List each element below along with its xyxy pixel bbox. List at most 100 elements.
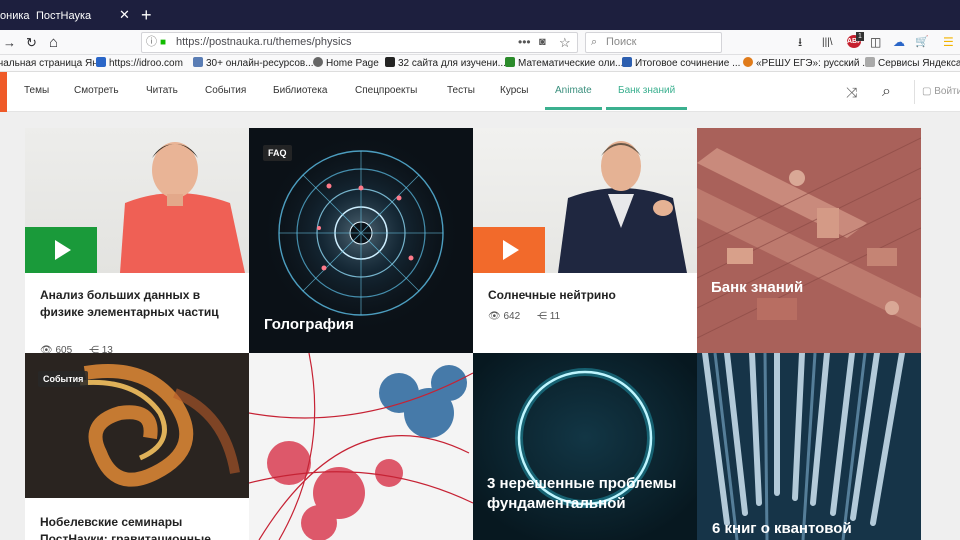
bookmark-favicon-icon [622, 57, 632, 67]
home-icon[interactable]: ⌂ [49, 30, 58, 55]
bookmark-item[interactable]: https://idroo.com [96, 55, 183, 71]
nav-item-watch[interactable]: Смотреть [74, 72, 119, 110]
share-count: 11 [549, 311, 561, 322]
card-nobel-seminars[interactable]: События Нобелевские семинары ПостНауки: … [25, 353, 249, 540]
url-bar[interactable]: ⓘ ■ https://postnauka.ru/themes/physics … [141, 32, 578, 53]
menu-icon[interactable]: ☰ [943, 30, 954, 55]
card-tag[interactable]: События [38, 371, 89, 387]
nav-item-themes[interactable]: Темы [24, 72, 49, 110]
header-divider [914, 80, 915, 104]
bookmark-item[interactable]: Home Page [313, 55, 379, 71]
bookmark-item[interactable]: «РЕШУ ЕГЭ»: русский ... [743, 55, 871, 71]
nav-item-library[interactable]: Библиотека [273, 72, 327, 110]
card-title[interactable]: 3 нерешенные проблемы фундаментальной [487, 474, 687, 514]
nav-item-events[interactable]: События [205, 72, 246, 110]
browser-tab-bar: оника ПостНаука ✕ + [0, 0, 960, 30]
bookmark-label: чальная страница Ян... [0, 58, 107, 69]
library-icon[interactable]: |||\ [822, 30, 833, 55]
card-title[interactable]: Голография [264, 315, 464, 335]
close-tab-icon[interactable]: ✕ [119, 0, 131, 30]
card-title[interactable]: Солнечные нейтрино [488, 287, 683, 304]
bookmark-favicon-icon [313, 57, 323, 67]
search-field[interactable]: ⌕ Поиск [585, 32, 722, 53]
search-icon: ⌕ [591, 36, 598, 48]
nav-item-knowledge-bank[interactable]: Банк знаний [606, 72, 688, 110]
bookmark-favicon-icon [385, 57, 395, 67]
card-particle-tracks[interactable] [249, 353, 473, 540]
card-stats: 👁 605 ⋲ 13 [40, 345, 113, 353]
card-title[interactable]: 6 книг о квантовой [712, 519, 917, 539]
bookmark-item[interactable]: Математические оли... [505, 55, 624, 71]
particle-tracks-image [249, 353, 473, 540]
share-icon: ⋲ [536, 311, 550, 322]
card-big-data[interactable]: Анализ больших данных в физике элементар… [25, 128, 249, 353]
card-title[interactable]: Анализ больших данных в физике элементар… [40, 287, 225, 321]
card-knowledge-bank[interactable]: Банк знаний [697, 128, 921, 353]
sync-icon[interactable]: ☁ [893, 30, 905, 55]
bookmark-label: 32 сайта для изучени... [398, 58, 506, 69]
bookmark-favicon-icon [193, 57, 203, 67]
views-icon: 👁 [40, 345, 56, 353]
play-button[interactable] [25, 227, 97, 273]
browser-toolbar: → ↻ ⌂ ⓘ ■ https://postnauka.ru/themes/ph… [0, 30, 960, 55]
card-unsolved-problems[interactable]: 3 нерешенные проблемы фундаментальной [473, 353, 697, 540]
notification-count: 1 [856, 32, 864, 41]
pocket-icon[interactable]: ◙ [539, 33, 546, 52]
bookmark-star-icon[interactable]: ☆ [559, 33, 571, 52]
bookmark-item[interactable]: 30+ онлайн-ресурсов... [193, 55, 314, 71]
bookmark-favicon-icon [505, 57, 515, 67]
lock-icon[interactable]: ■ [160, 33, 166, 52]
card-stats: 👁 642 ⋲ 11 [488, 311, 560, 322]
bookmark-item[interactable]: чальная страница Ян... [0, 55, 107, 71]
logo-strip[interactable] [0, 72, 7, 112]
content-grid: Анализ больших данных в физике элементар… [25, 128, 924, 540]
shuffle-icon[interactable]: ⤨ [846, 72, 857, 112]
login-label: Войти [934, 86, 960, 97]
nav-item-tests[interactable]: Тесты [447, 72, 475, 110]
user-icon: ▢ [922, 86, 935, 97]
card-tag[interactable]: FAQ [263, 145, 292, 161]
bookmark-label: «РЕШУ ЕГЭ»: русский ... [756, 58, 871, 69]
new-tab-icon[interactable]: + [141, 0, 157, 30]
play-button[interactable] [473, 227, 545, 273]
search-icon[interactable]: ⌕ [882, 72, 891, 112]
views-count: 605 [55, 345, 73, 353]
card-solar-neutrinos[interactable]: Солнечные нейтрино 👁 642 ⋲ 11 [473, 128, 697, 353]
nav-item-animate[interactable]: Animate [545, 72, 602, 110]
bookmark-item[interactable]: Сервисы Яндекса [865, 55, 960, 71]
isometric-city-image [697, 128, 921, 353]
bookmark-label: Сервисы Яндекса [878, 58, 960, 69]
card-quantum-books[interactable]: 6 книг о квантовой [697, 353, 921, 540]
download-icon[interactable]: ⭳ [798, 30, 802, 55]
nav-item-courses[interactable]: Курсы [500, 72, 528, 110]
login-link[interactable]: ▢ Войти [922, 72, 960, 112]
reload-icon[interactable]: ↻ [26, 30, 37, 55]
bookmark-favicon-icon [865, 57, 875, 67]
search-placeholder: Поиск [606, 36, 637, 48]
card-title[interactable]: Банк знаний [711, 278, 911, 298]
bookmark-label: 30+ онлайн-ресурсов... [206, 58, 314, 69]
bookmark-label: Итоговое сочинение ... [635, 58, 741, 69]
share-count: 13 [101, 345, 113, 353]
sidebar-icon[interactable]: ◫ [870, 30, 881, 55]
bookmark-favicon-icon [743, 57, 753, 67]
cart-icon[interactable]: 🛒 [915, 30, 929, 55]
bookmark-item[interactable]: 32 сайта для изучени... [385, 55, 506, 71]
nav-item-read[interactable]: Читать [146, 72, 178, 110]
light-rays-image [697, 353, 921, 540]
nav-item-special[interactable]: Спецпроекты [355, 72, 417, 110]
site-header: Темы Смотреть Читать События Библиотека … [0, 72, 960, 112]
url-text[interactable]: https://postnauka.ru/themes/physics [176, 33, 351, 52]
bookmark-label: Математические оли... [518, 58, 624, 69]
back-icon[interactable]: → [3, 30, 16, 55]
page-actions-icon[interactable]: ••• [518, 33, 531, 52]
bookmark-label: Home Page [326, 58, 379, 69]
bookmark-label: https://idroo.com [109, 58, 183, 69]
bookmark-item[interactable]: Итоговое сочинение ... [622, 55, 741, 71]
info-icon[interactable]: ⓘ [146, 33, 157, 52]
card-holography[interactable]: FAQ Голография [249, 128, 473, 353]
bookmark-favicon-icon [96, 57, 106, 67]
card-title[interactable]: Нобелевские семинары ПостНауки: гравитац… [40, 514, 235, 540]
bookmarks-bar: чальная страница Ян... https://idroo.com… [0, 55, 960, 72]
tab-previous[interactable]: оника [0, 0, 30, 30]
